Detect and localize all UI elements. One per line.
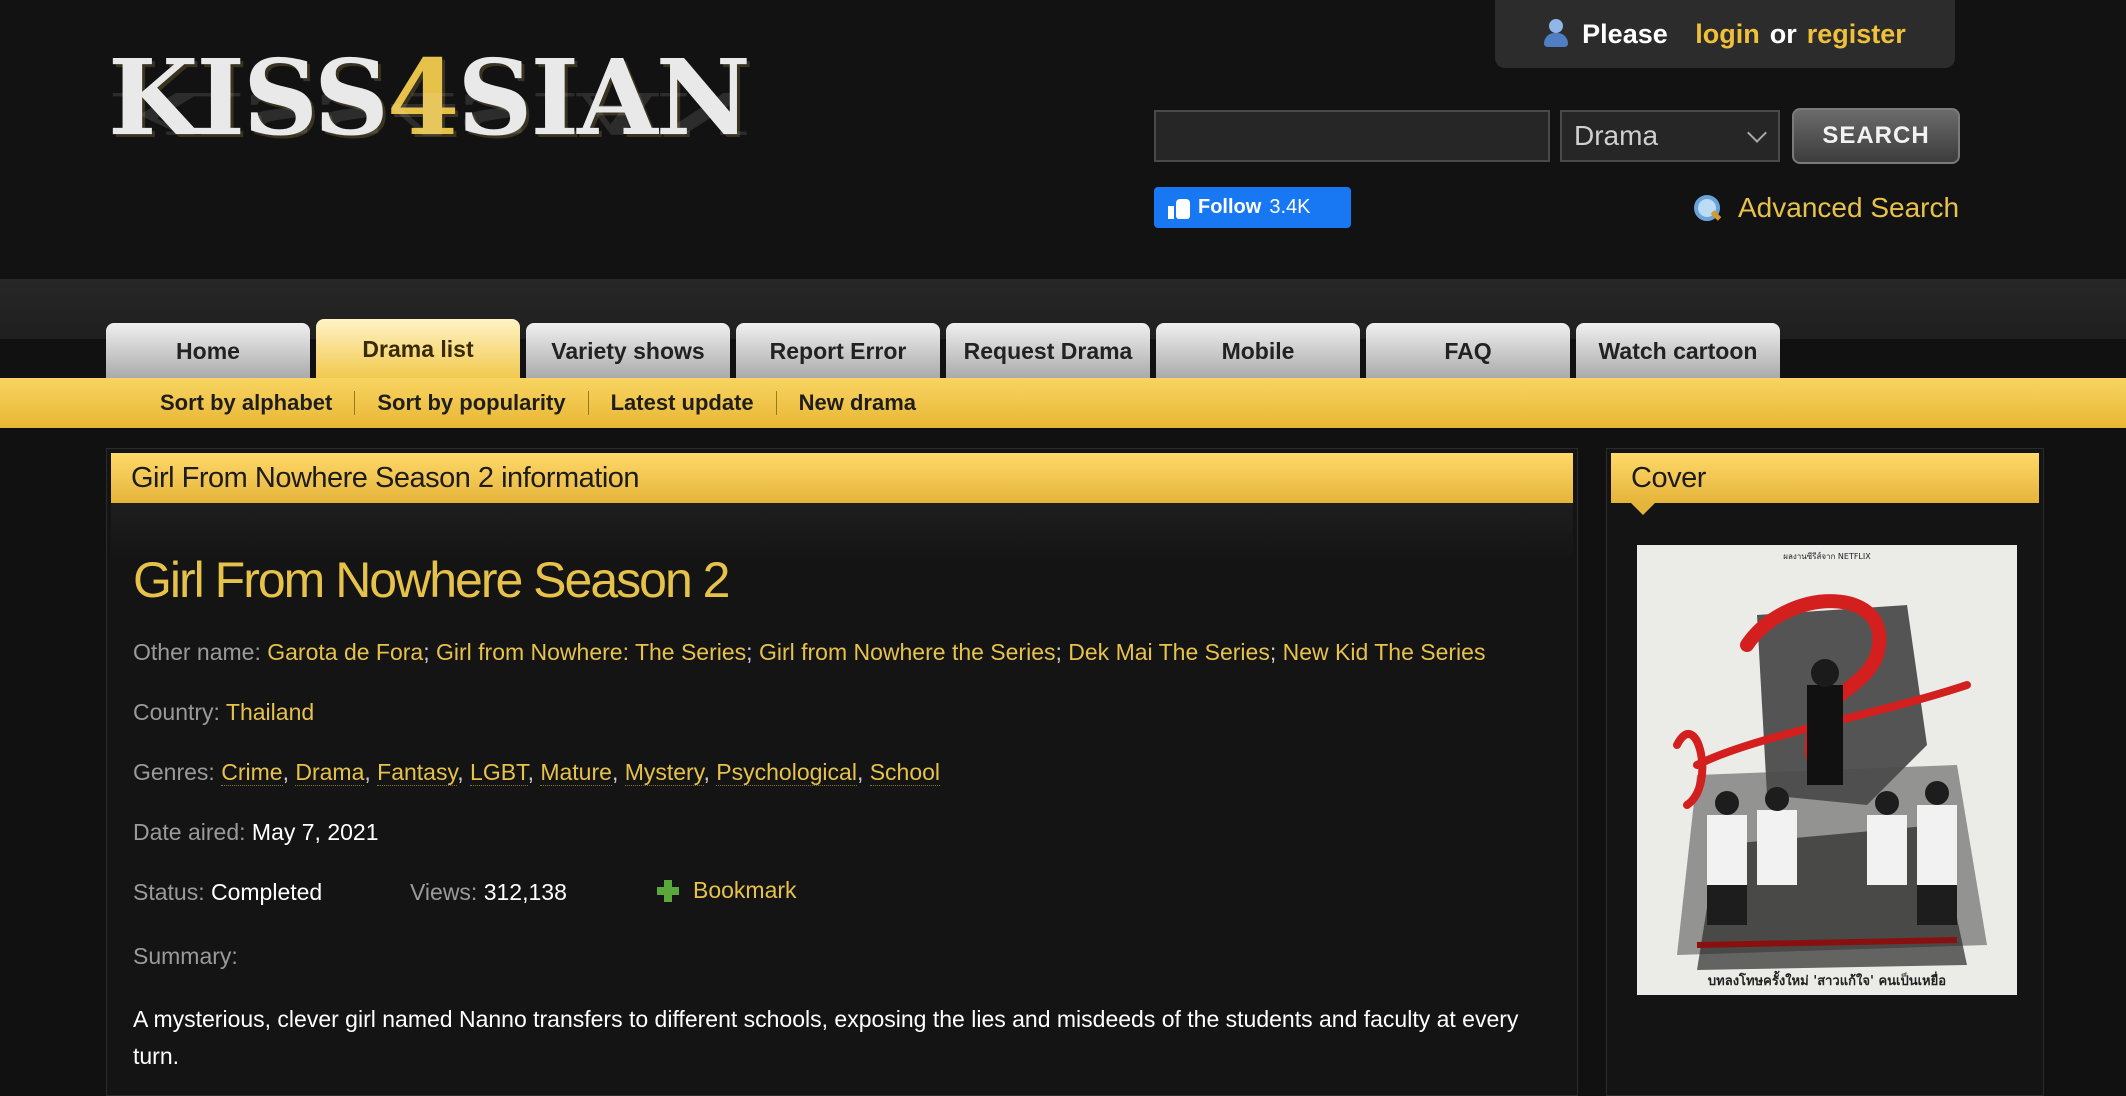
country-row: Country: Thailand [133,699,314,726]
status-value: Completed [211,879,323,905]
other-name-link[interactable]: Girl from Nowhere: The Series [436,639,746,665]
facebook-follow-count: 3.4K [1269,196,1311,218]
cover-poster-art: ผลงานซีรีส์จาก NETFLIX บทลงโทษครั้งใหม่ … [1637,545,2017,995]
status-label: Status: [133,879,205,905]
genre-link[interactable]: Drama [295,759,365,786]
subnav-divider [775,391,777,415]
status-row: Status: Completed [133,879,322,906]
subnav-sort-alphabet[interactable]: Sort by alphabet [160,390,332,416]
country-link[interactable]: Thailand [226,699,314,725]
search-input[interactable] [1154,110,1550,162]
cover-panel-header: Cover [1611,453,2039,503]
subnav-sort-popularity[interactable]: Sort by popularity [377,390,565,416]
genre-link[interactable]: Mystery [624,759,704,786]
tab-home[interactable]: Home [106,323,310,379]
tab-watch-cartoon[interactable]: Watch cartoon [1576,323,1780,379]
login-prompt: Please [1582,18,1668,49]
date-aired-row: Date aired: May 7, 2021 [133,819,379,846]
header-notch [1631,503,1655,515]
other-name-link[interactable]: Garota de Fora [267,639,423,665]
views-label: Views: [410,879,478,905]
bookmark-label: Bookmark [693,877,797,903]
date-aired-value: May 7, 2021 [251,819,379,845]
genre-link[interactable]: Fantasy [377,759,458,786]
login-link[interactable]: login [1695,19,1759,50]
tab-report-error[interactable]: Report Error [736,323,940,379]
country-label: Country: [133,699,220,725]
subnav-divider [587,391,589,415]
summary-label: Summary: [133,943,238,969]
date-aired-label: Date aired: [133,819,246,845]
cover-image: ผลงานซีรีส์จาก NETFLIX บทลงโทษครั้งใหม่ … [1637,545,2017,995]
tab-drama-list[interactable]: Drama list [316,319,520,379]
views-row: Views: 312,138 [410,879,567,906]
info-panel-header: Girl From Nowhere Season 2 information [111,453,1573,503]
facebook-follow-button[interactable]: Follow 3.4K [1154,187,1351,228]
other-names-row: Other name: Garota de Fora; Girl from No… [133,639,1486,665]
other-name-link[interactable]: Girl from Nowhere the Series [759,639,1056,665]
other-name-label: Other name: [133,639,261,665]
chevron-down-icon [1747,123,1767,143]
info-panel: Girl From Nowhere Season 2 information G… [106,448,1578,1096]
main-nav: Home Drama list Variety shows Report Err… [106,319,1786,379]
subnav-latest-update[interactable]: Latest update [611,390,754,416]
search-category-select[interactable]: Drama [1560,110,1780,162]
thumbs-up-icon [1168,197,1190,219]
genres-row: Genres: Crime, Drama, Fantasy, LGBT, Mat… [133,759,941,786]
other-name-link[interactable]: New Kid The Series [1283,639,1486,665]
subnav-new-drama[interactable]: New drama [799,390,916,416]
facebook-follow-label: Follow [1198,196,1262,218]
sub-nav: Sort by alphabet Sort by popularity Late… [0,378,2126,428]
site-logo[interactable]: KISS4SIAN KISS4SIAN [108,38,758,228]
advanced-search-label: Advanced Search [1738,192,1960,223]
login-box: Please login or register [1495,0,1955,68]
other-name-link[interactable]: Dek Mai The Series [1068,639,1270,665]
subnav-divider [354,391,356,415]
bookmark-button[interactable]: Bookmark [657,877,797,904]
drama-title: Girl From Nowhere Season 2 [133,552,730,608]
genres-label: Genres: [133,759,215,785]
summary-text: A mysterious, clever girl named Nanno tr… [133,1006,1519,1069]
genre-link[interactable]: Crime [221,759,283,786]
plus-icon [657,879,679,902]
genre-link[interactable]: Psychological [716,759,857,786]
summary-label-row: Summary: [133,943,238,970]
register-link[interactable]: register [1807,19,1906,50]
tab-mobile[interactable]: Mobile [1156,323,1360,379]
user-icon [1544,19,1569,49]
search-button[interactable]: SEARCH [1792,108,1960,164]
genre-link[interactable]: Mature [540,759,612,786]
site-header: KISS4SIAN KISS4SIAN Please login or regi… [0,0,2126,279]
views-value: 312,138 [483,879,567,905]
magnifier-icon [1694,195,1720,221]
search-category-value: Drama [1574,120,1659,151]
advanced-search-link[interactable]: Advanced Search [1694,186,1959,230]
cover-panel: Cover ผลงานซีรีส์จาก NETFLIX บทลงโทษครั้… [1606,448,2044,1096]
logo-reflection: KISS4SIAN [108,79,749,148]
tab-request-drama[interactable]: Request Drama [946,323,1150,379]
tab-faq[interactable]: FAQ [1366,323,1570,379]
genre-link[interactable]: School [869,759,941,786]
tab-variety-shows[interactable]: Variety shows [526,323,730,379]
genre-link[interactable]: LGBT [470,759,528,786]
login-or: or [1769,18,1797,49]
poster-top-text: ผลงานซีรีส์จาก NETFLIX [1783,551,1871,561]
